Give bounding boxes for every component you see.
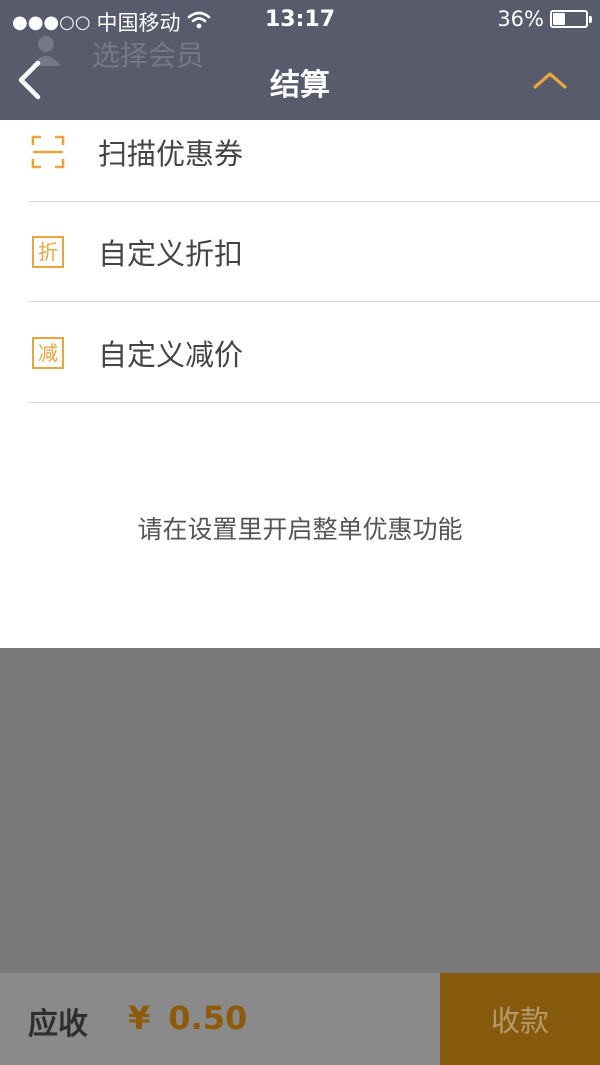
discount-icon: 折 <box>28 232 68 272</box>
amount-due: ¥0.50 <box>128 999 247 1037</box>
discount-panel: 扫描优惠券 折 自定义折扣 减 自定义减价 请在设置里开启整单优惠功能 <box>0 120 600 648</box>
checkout-screen: ●●●○○ 中国移动 13:17 36% 选择会员 结算 扫描优惠券 折 自定义… <box>0 0 600 1065</box>
bottom-bar: 应收 ¥0.50 收款 <box>0 973 600 1065</box>
menu-item-label: 扫描优惠券 <box>98 136 244 171</box>
chevron-up-icon <box>533 72 567 89</box>
status-right: 36% <box>497 7 592 31</box>
collapse-button[interactable] <box>528 62 572 98</box>
page-title: 结算 <box>270 68 330 103</box>
menu-item-custom-price-reduction[interactable]: 减 自定义减价 <box>28 303 600 403</box>
battery-icon <box>550 10 592 28</box>
collect-payment-button[interactable]: 收款 <box>440 973 600 1065</box>
battery-fill <box>553 13 565 25</box>
menu-item-custom-discount[interactable]: 折 自定义折扣 <box>28 202 600 302</box>
menu-item-label: 自定义折扣 <box>98 236 244 271</box>
reduce-price-icon: 减 <box>28 333 68 373</box>
amount-value: 0.50 <box>168 999 248 1037</box>
battery-percentage: 36% <box>497 7 544 31</box>
scan-icon <box>28 132 68 172</box>
discount-icon-glyph: 折 <box>32 235 64 268</box>
menu-item-scan-coupon[interactable]: 扫描优惠券 <box>28 102 600 202</box>
settings-notice: 请在设置里开启整单优惠功能 <box>137 515 463 544</box>
menu-item-label: 自定义减价 <box>98 337 244 372</box>
currency-symbol: ¥ <box>128 999 151 1037</box>
receivable-label: 应收 <box>28 1007 88 1042</box>
reduce-price-icon-glyph: 减 <box>32 336 64 369</box>
